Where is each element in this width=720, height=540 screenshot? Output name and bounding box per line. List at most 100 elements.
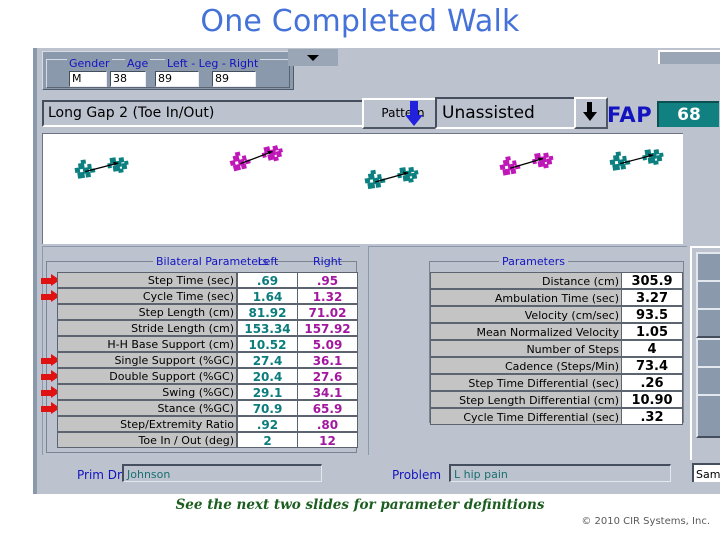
value-right: 1.32 xyxy=(297,288,358,304)
table-row: Stride Length (cm) 153.34 157.92 xyxy=(43,320,360,337)
parameter-label: Step Length Differential (cm) xyxy=(430,391,622,408)
pattern-down-arrow-icon[interactable] xyxy=(405,101,423,128)
side-button-4[interactable] xyxy=(696,338,720,368)
footprint-left-5 xyxy=(606,144,671,178)
prim-dr-label: Prim Dr xyxy=(77,468,122,482)
value-left: 20.4 xyxy=(237,368,298,384)
side-button-5[interactable] xyxy=(696,366,720,396)
table-row: Step Length Differential (cm) 10.90 xyxy=(369,391,687,408)
table-row: Step Time Differential (sec) .26 xyxy=(369,374,687,391)
parameter-label: Velocity (cm/sec) xyxy=(430,306,622,323)
sample-field[interactable]: Samp xyxy=(692,463,720,482)
value-left: 2 xyxy=(237,432,298,448)
parameter-label: Step Length (cm) xyxy=(57,304,237,320)
value-left: 1.64 xyxy=(237,288,298,304)
parameters-table-title: Parameters xyxy=(499,255,568,268)
parameter-value: 73.4 xyxy=(621,357,683,374)
leg-label: Left - Leg - Right xyxy=(165,57,261,70)
problem-label: Problem xyxy=(392,468,442,482)
value-left: .69 xyxy=(237,272,298,288)
value-right: 36.1 xyxy=(297,352,358,368)
parameter-label: Stride Length (cm) xyxy=(57,320,237,336)
parameter-label: Single Support (%GC) xyxy=(57,352,237,368)
parameter-value: 93.5 xyxy=(621,306,683,323)
value-left: 81.92 xyxy=(237,304,298,320)
pattern-button[interactable]: Pattern xyxy=(362,98,444,129)
parameters-panel: Parameters Distance (cm) 305.9 Ambulation … xyxy=(368,246,687,455)
parameter-label: Step/Extremity Ratio xyxy=(57,416,237,432)
gait-analysis-screenshot: Gender Age Left - Leg - Right M 38 89 89… xyxy=(33,48,720,494)
age-label: Age xyxy=(125,57,151,70)
table-row: Stance (%GC) 70.9 65.9 xyxy=(43,400,360,417)
parameter-label: Cycle Time (sec) xyxy=(57,288,237,304)
parameter-label: Stance (%GC) xyxy=(57,400,237,416)
value-left: 29.1 xyxy=(237,384,298,400)
footprint-left-3 xyxy=(361,161,426,196)
slide-caption: See the next two slides for parameter de… xyxy=(175,497,545,513)
top-right-button-stub[interactable] xyxy=(658,50,720,64)
footprint-right-2 xyxy=(226,139,292,179)
table-row: Step/Extremity Ratio .92.80 xyxy=(43,416,360,433)
parameter-value: .32 xyxy=(621,408,683,425)
side-button-3[interactable] xyxy=(696,308,720,338)
gender-label: Gender xyxy=(67,57,112,70)
left-leg-field[interactable]: 89 xyxy=(155,71,199,87)
side-button-strip xyxy=(690,246,720,460)
top-dropdown-button[interactable] xyxy=(288,49,338,66)
parameter-label: Step Time (sec) xyxy=(57,272,237,288)
table-row: Double Support (%GC) 20.4 27.6 xyxy=(43,368,360,385)
parameter-label: Ambulation Time (sec) xyxy=(430,289,622,306)
parameter-value: 305.9 xyxy=(621,272,683,289)
side-button-1[interactable] xyxy=(696,252,720,282)
value-right: 65.9 xyxy=(297,400,358,416)
fap-value: 68 xyxy=(657,101,719,127)
parameter-label: Cycle Time Differential (sec) xyxy=(430,408,622,425)
parameter-label: Double Support (%GC) xyxy=(57,368,237,384)
value-right: 71.02 xyxy=(297,304,358,320)
right-leg-field[interactable]: 89 xyxy=(212,71,256,87)
age-field[interactable]: 38 xyxy=(110,71,146,87)
parameter-value: 4 xyxy=(621,340,683,357)
copyright-notice: © 2010 CIR Systems, Inc. xyxy=(581,516,710,527)
parameter-value: 1.05 xyxy=(621,323,683,340)
parameter-label: Step Time Differential (sec) xyxy=(430,374,622,391)
parameter-value: 10.90 xyxy=(621,391,683,408)
page-title: One Completed Walk xyxy=(200,4,520,39)
side-button-6[interactable] xyxy=(696,394,720,438)
table-row: Cycle Time (sec) 1.64 1.32 xyxy=(43,288,360,305)
table-row: Step Time (sec) .69.95 xyxy=(43,272,360,289)
value-left: .92 xyxy=(237,416,298,432)
parameter-label: Swing (%GC) xyxy=(57,384,237,400)
demographics-panel: Gender Age Left - Leg - Right M 38 89 89 xyxy=(42,51,294,90)
fap-label: FAP xyxy=(607,103,653,127)
table-row: Cycle Time Differential (sec) .32 xyxy=(369,408,687,425)
footprint-right-4 xyxy=(496,147,562,183)
chevron-down-icon xyxy=(307,54,319,61)
value-left: 153.34 xyxy=(237,320,298,336)
value-right: .80 xyxy=(297,416,358,432)
value-right: 34.1 xyxy=(297,384,358,400)
walk-name-field[interactable]: Long Gap 2 (Toe In/Out) xyxy=(42,100,365,127)
parameter-value: 3.27 xyxy=(621,289,683,306)
value-right: 157.92 xyxy=(297,320,358,336)
table-row: Step Length (cm) 81.92 71.02 xyxy=(43,304,360,321)
problem-field[interactable]: L hip pain xyxy=(449,464,671,482)
table-row: Distance (cm) 305.9 xyxy=(369,272,687,289)
side-button-2[interactable] xyxy=(696,280,720,310)
parameter-label: Number of Steps xyxy=(430,340,622,357)
gender-field[interactable]: M xyxy=(69,71,107,87)
assistance-field[interactable]: Unassisted xyxy=(435,97,579,129)
table-row: Single Support (%GC) 27.4 36.1 xyxy=(43,352,360,369)
value-left: 70.9 xyxy=(237,400,298,416)
prim-dr-field[interactable]: Johnson xyxy=(122,464,322,482)
table-row: Toe In / Out (deg) 2 12 xyxy=(43,432,360,449)
column-header-left: Left xyxy=(257,255,279,268)
table-row: Mean Normalized Velocity 1.05 xyxy=(369,323,687,340)
demographics-groupbox: Gender Age Left - Leg - Right M 38 89 89 xyxy=(46,57,290,88)
table-row: Velocity (cm/sec) 93.5 xyxy=(369,306,687,323)
parameter-value: .26 xyxy=(621,374,683,391)
bilateral-parameters-panel: Bilateral Parameters Left Right Step Tim… xyxy=(41,246,360,455)
assistance-down-arrow-icon[interactable] xyxy=(574,97,608,129)
value-right: .95 xyxy=(297,272,358,288)
footprint-canvas[interactable] xyxy=(42,133,683,244)
